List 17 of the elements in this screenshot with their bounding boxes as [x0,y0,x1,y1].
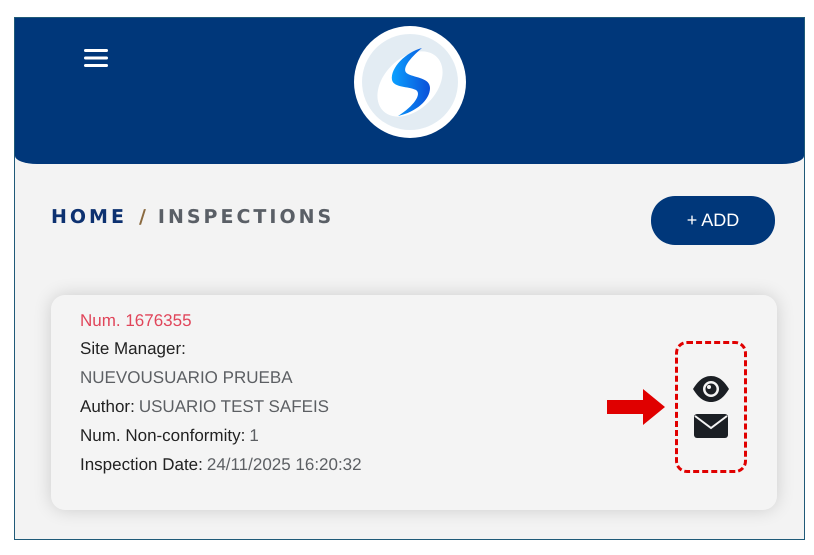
field-label: Num. Non-conformity: [80,426,246,445]
menu-icon[interactable] [84,48,108,68]
breadcrumb-item[interactable]: HOME [51,206,127,228]
field-value: 24/11/2025 16:20:32 [206,455,362,474]
logo-icon [354,26,466,138]
field-label: Author: [80,397,135,416]
breadcrumb-item: INSPECTIONS [158,206,334,228]
inspection-number: Num. 1676355 [80,311,193,331]
eye-icon[interactable] [693,376,729,402]
field-value: NUEVOUSUARIO PRUEBA [80,368,294,388]
add-button[interactable]: + ADD [651,196,775,245]
field-value: 1 [249,426,259,445]
field-value: USUARIO TEST SAFEIS [138,397,330,416]
field-label: Inspection Date: [80,455,203,474]
breadcrumb-separator: / [138,206,146,228]
field-label: Site Manager: [80,339,187,359]
envelope-icon[interactable] [694,414,728,438]
